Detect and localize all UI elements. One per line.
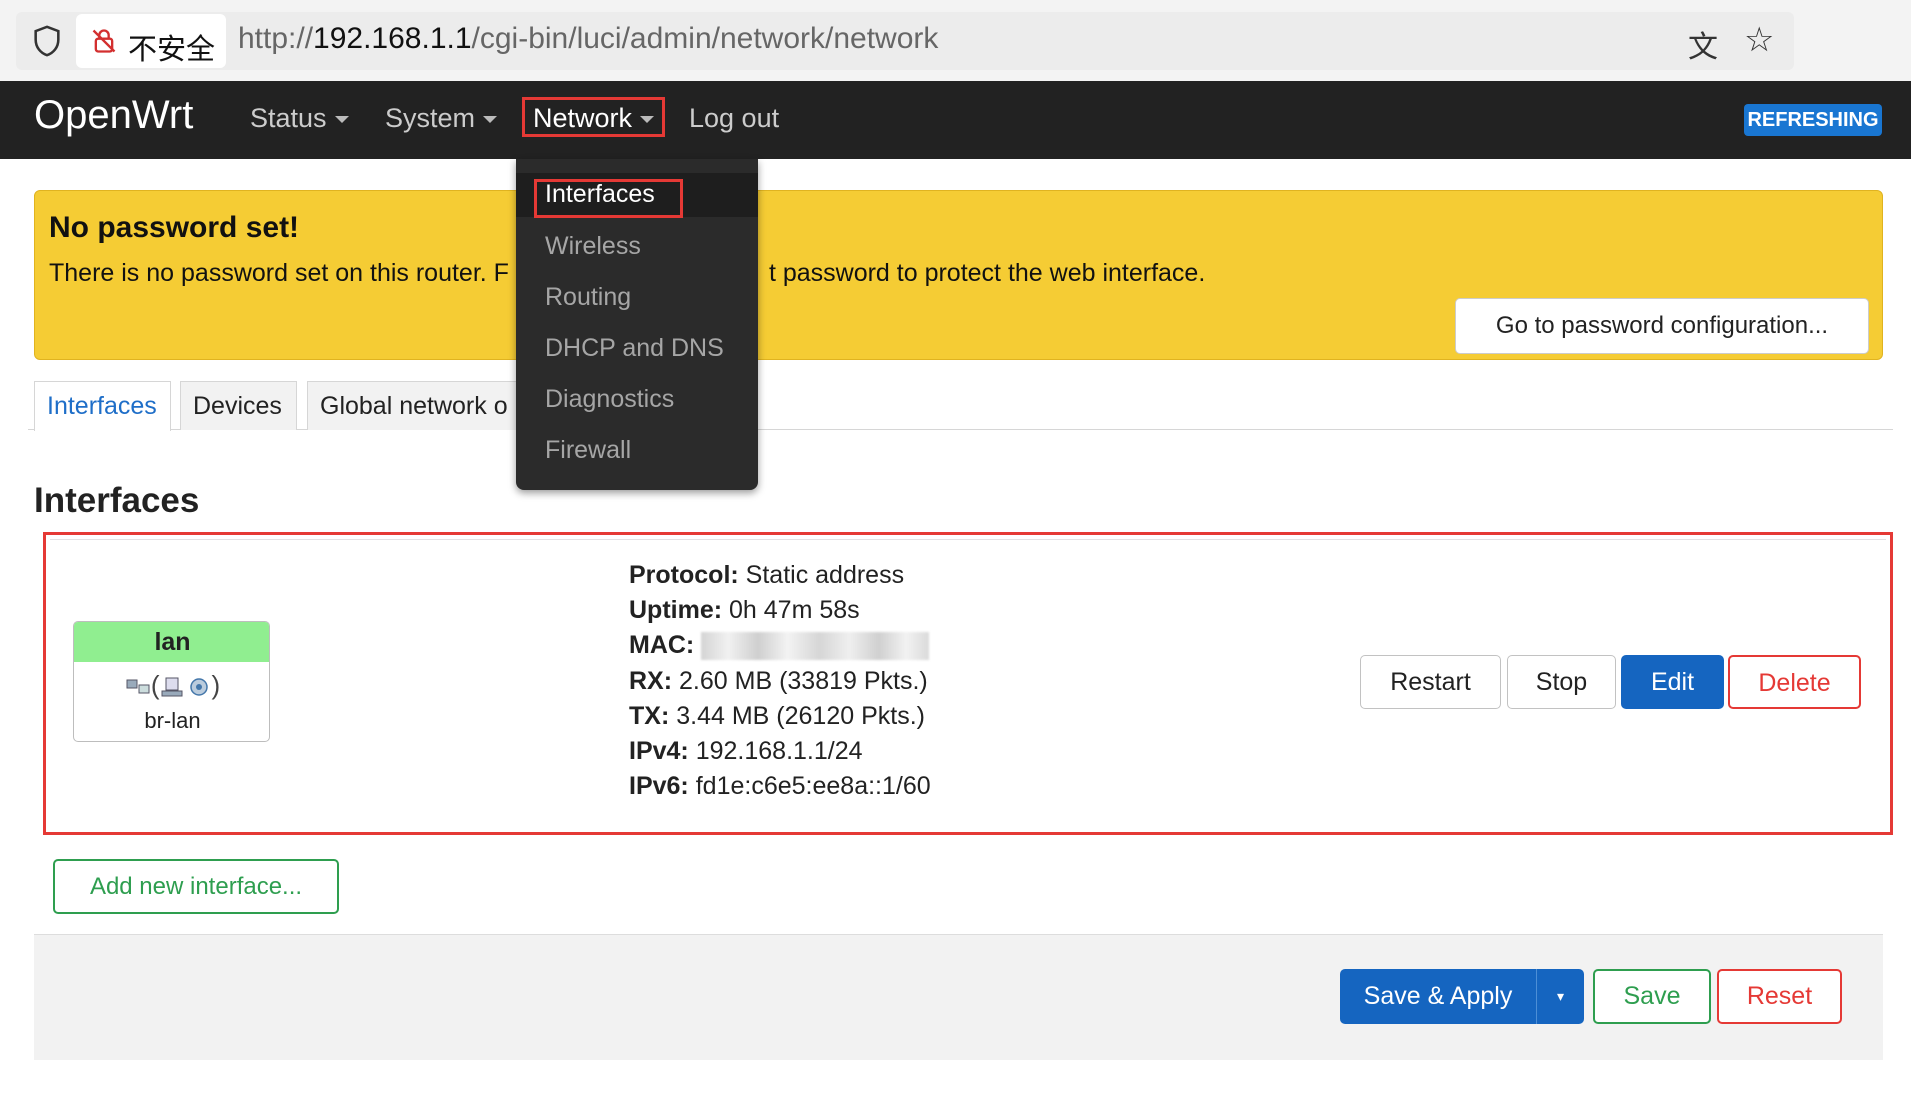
- save-apply-button[interactable]: Save & Apply: [1340, 969, 1536, 1024]
- nav-logout-label: Log out: [689, 103, 780, 133]
- browser-toolbar: 不安全 http://192.168.1.1/cgi-bin/luci/admi…: [0, 0, 1911, 81]
- wireless-icon: [189, 678, 208, 696]
- stop-button[interactable]: Stop: [1507, 655, 1616, 709]
- ethernet-icon: [161, 677, 182, 697]
- menu-item-routing[interactable]: Routing: [545, 283, 631, 312]
- alert-title: No password set!: [49, 211, 300, 244]
- tab-interfaces[interactable]: Interfaces: [34, 381, 171, 431]
- info-tx-value: 3.44 MB (26120 Pkts.): [676, 702, 925, 730]
- info-uptime: Uptime: 0h 47m 58s: [629, 596, 860, 625]
- info-rx: RX: 2.60 MB (33819 Pkts.): [629, 667, 928, 696]
- caret-down-icon: [334, 116, 349, 124]
- security-indicator[interactable]: 不安全: [76, 14, 226, 68]
- info-uptime-key: Uptime:: [629, 596, 723, 624]
- brand-logo[interactable]: OpenWrt: [34, 93, 193, 138]
- info-tx-key: TX:: [629, 702, 670, 730]
- restart-button[interactable]: Restart: [1360, 655, 1501, 709]
- interface-device: br-lan: [144, 708, 201, 733]
- bookmark-star-icon[interactable]: ☆: [1744, 20, 1782, 60]
- nav-system-label: System: [385, 103, 476, 133]
- info-tx: TX: 3.44 MB (26120 Pkts.): [629, 702, 925, 731]
- info-ipv4-key: IPv4:: [629, 737, 689, 765]
- mac-redacted: [701, 632, 930, 661]
- info-rx-value: 2.60 MB (33819 Pkts.): [679, 667, 928, 695]
- delete-button[interactable]: Delete: [1728, 655, 1861, 709]
- menu-item-wireless[interactable]: Wireless: [545, 232, 641, 261]
- alert-text-right: t password to protect the web interface.: [768, 259, 1206, 287]
- edit-button[interactable]: Edit: [1621, 655, 1724, 709]
- security-label: 不安全: [128, 32, 216, 66]
- nav-status-label: Status: [250, 103, 327, 133]
- info-uptime-value: 0h 47m 58s: [729, 596, 860, 624]
- info-rx-key: RX:: [629, 667, 673, 695]
- refreshing-badge[interactable]: REFRESHING: [1744, 104, 1882, 136]
- no-password-alert: No password set! There is no password se…: [34, 190, 1883, 360]
- info-protocol-key: Protocol:: [629, 561, 739, 589]
- add-interface-button[interactable]: Add new interface...: [53, 859, 339, 914]
- menu-item-diagnostics[interactable]: Diagnostics: [545, 385, 674, 414]
- translate-icon[interactable]: 文: [1688, 22, 1724, 65]
- alert-text-left: There is no password set on this router.…: [49, 259, 509, 287]
- insecure-lock-icon: [92, 29, 116, 53]
- url-text[interactable]: http://192.168.1.1/cgi-bin/luci/admin/ne…: [238, 22, 938, 56]
- section-title: Interfaces: [34, 481, 200, 520]
- interface-badge[interactable]: lan () br-lan: [73, 621, 270, 742]
- info-ipv6-key: IPv6:: [629, 772, 689, 800]
- nav-logout[interactable]: Log out: [689, 103, 779, 134]
- menu-item-interfaces[interactable]: Interfaces: [545, 180, 655, 209]
- menu-item-dhcp-dns[interactable]: DHCP and DNS: [545, 334, 724, 363]
- info-ipv4: IPv4: 192.168.1.1/24: [629, 737, 863, 766]
- save-apply-dropdown-icon[interactable]: ▾: [1537, 969, 1584, 1024]
- url-host: 192.168.1.1: [313, 22, 472, 55]
- menu-item-firewall[interactable]: Firewall: [545, 436, 631, 465]
- info-ipv6-value: fd1e:c6e5:ee8a::1/60: [695, 772, 931, 800]
- info-protocol-value: Static address: [745, 561, 905, 589]
- save-apply-button-group: Save & Apply ▾: [1340, 969, 1584, 1024]
- top-navbar: OpenWrt Status System Network Log out RE…: [0, 81, 1911, 159]
- info-mac: MAC:: [629, 631, 930, 661]
- nav-status[interactable]: Status: [250, 103, 349, 134]
- tab-global-network-options[interactable]: Global network o: [307, 381, 519, 430]
- info-mac-key: MAC:: [629, 631, 695, 659]
- caret-down-icon: [483, 116, 498, 124]
- save-button[interactable]: Save: [1593, 969, 1711, 1024]
- network-dropdown-menu: Interfaces Wireless Routing DHCP and DNS…: [516, 159, 758, 490]
- tab-devices[interactable]: Devices: [180, 381, 297, 430]
- interface-name: lan: [74, 622, 269, 662]
- nav-network-label: Network: [533, 103, 633, 133]
- reset-button[interactable]: Reset: [1717, 969, 1842, 1024]
- url-path: /cgi-bin/luci/admin/network/network: [471, 22, 939, 55]
- bridge-icon: [126, 679, 150, 694]
- info-ipv4-value: 192.168.1.1/24: [695, 737, 863, 765]
- caret-down-icon: [640, 116, 655, 124]
- info-ipv6: IPv6: fd1e:c6e5:ee8a::1/60: [629, 772, 931, 801]
- nav-system[interactable]: System: [385, 103, 498, 134]
- info-protocol: Protocol: Static address: [629, 561, 904, 590]
- interface-device-icons: (): [74, 670, 269, 701]
- password-config-button[interactable]: Go to password configuration...: [1455, 298, 1869, 354]
- url-prefix: http://: [238, 22, 314, 55]
- shield-icon[interactable]: [30, 24, 64, 58]
- nav-network[interactable]: Network: [533, 103, 655, 134]
